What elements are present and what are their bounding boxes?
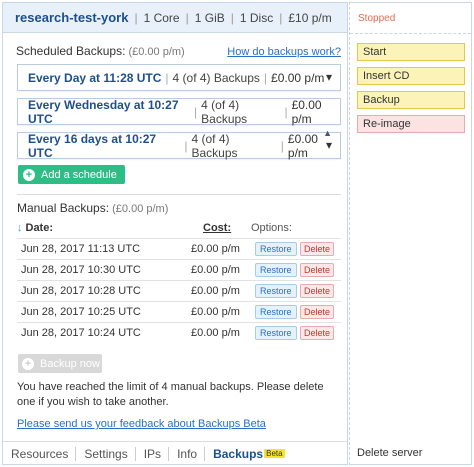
scheduled-backups-heading: Scheduled Backups: (£0.00 p/m) — [16, 44, 185, 58]
backup-cost: £0.00 p/m — [191, 243, 240, 255]
schedule-cost: £0.00 p/m — [291, 97, 322, 126]
table-row: Jun 28, 2017 10:24 UTC £0.00 p/m Restore… — [17, 322, 341, 343]
manual-backups-title: Manual Backups: — [17, 201, 110, 215]
scheduled-backups-title: Scheduled Backups: — [16, 44, 126, 58]
server-price: £10 p/m — [288, 10, 332, 25]
backup-date: Jun 28, 2017 10:28 UTC — [21, 285, 141, 297]
tab-backups-label: Backups — [213, 446, 264, 461]
restore-button[interactable]: Restore — [255, 326, 297, 340]
options-column-header: Options: — [251, 222, 292, 234]
separator: | — [194, 104, 198, 119]
table-row: Jun 28, 2017 11:13 UTC £0.00 p/m Restore… — [17, 238, 341, 259]
chevron-down-icon[interactable]: ▾ — [326, 70, 332, 84]
date-column-header[interactable]: ↓ Date: — [17, 222, 53, 234]
backup-date: Jun 28, 2017 11:13 UTC — [21, 243, 141, 255]
manual-backups-header: Manual Backups: (£0.00 p/m) — [17, 201, 168, 215]
table-row: Jun 28, 2017 10:28 UTC £0.00 p/m Restore… — [17, 280, 341, 301]
server-name: research-test-york — [15, 10, 129, 25]
scheduled-backups-header: Scheduled Backups: (£0.00 p/m) How do ba… — [16, 44, 341, 58]
restore-button[interactable]: Restore — [255, 284, 297, 298]
schedule-when: Every Wednesday at 10:27 UTC — [28, 97, 179, 126]
backup-now-label: Backup now — [40, 357, 100, 370]
restore-button[interactable]: Restore — [255, 305, 297, 319]
schedule-count: 4 (of 4) Backups — [172, 70, 260, 85]
backup-cost: £0.00 p/m — [191, 264, 240, 276]
delete-button[interactable]: Delete — [300, 305, 335, 319]
separator: | — [263, 70, 268, 85]
feedback-link[interactable]: Please send us your feedback about Backu… — [17, 418, 266, 430]
chevron-down-icon[interactable]: ▾ — [326, 138, 332, 152]
schedule-row[interactable]: ▲ Every 16 days at 10:27 UTC | 4 (of 4) … — [17, 128, 341, 160]
separator: | — [284, 104, 288, 119]
start-button[interactable]: Start — [357, 43, 465, 61]
schedule-when: Every 16 days at 10:27 UTC — [28, 131, 157, 160]
how-backups-work-link[interactable]: How do backups work? — [227, 46, 341, 58]
delete-button[interactable]: Delete — [300, 284, 335, 298]
tab-resources[interactable]: Resources — [3, 446, 77, 461]
delete-button[interactable]: Delete — [300, 326, 335, 340]
tab-ips[interactable]: IPs — [136, 446, 170, 461]
backup-button[interactable]: Backup — [357, 91, 465, 109]
server-disc: 1 Disc — [239, 10, 274, 25]
table-row: Jun 28, 2017 10:30 UTC £0.00 p/m Restore… — [17, 259, 341, 280]
server-ram: 1 GiB — [194, 10, 225, 25]
re-image-button[interactable]: Re-image — [357, 115, 465, 133]
restore-button[interactable]: Restore — [255, 242, 297, 256]
manual-backups-cost: (£0.00 p/m) — [112, 203, 169, 215]
backup-date: Jun 28, 2017 10:25 UTC — [21, 306, 141, 318]
schedule-cost: £0.00 p/m — [271, 70, 325, 85]
schedule-when: Every Day at 11:28 UTC — [28, 70, 162, 85]
backup-cost: £0.00 p/m — [191, 327, 240, 339]
server-actions-sidebar: Stopped Start Insert CD Backup Re-image … — [349, 2, 472, 465]
sort-down-arrow-icon: ↓ — [17, 222, 23, 234]
separator: | — [280, 138, 284, 153]
separator: | — [185, 10, 189, 25]
backup-limit-message: You have reached the limit of 4 manual b… — [17, 381, 324, 408]
backup-now-button[interactable]: + Backup now — [18, 354, 102, 373]
separator: | — [184, 138, 188, 153]
scheduled-backups-cost: (£0.00 p/m) — [128, 46, 185, 58]
separator: | — [279, 10, 283, 25]
table-row: Jun 28, 2017 10:25 UTC £0.00 p/m Restore… — [17, 301, 341, 322]
schedule-row[interactable]: Every Day at 11:28 UTC | 4 (of 4) Backup… — [17, 64, 341, 91]
date-column-label: Date: — [25, 222, 54, 234]
tab-settings[interactable]: Settings — [76, 446, 136, 461]
schedule-cost: £0.00 p/m — [287, 131, 318, 160]
schedule-row[interactable]: Every Wednesday at 10:27 UTC | 4 (of 4) … — [17, 97, 341, 126]
backup-date: Jun 28, 2017 10:24 UTC — [21, 327, 141, 339]
chevron-up-icon[interactable]: ▲ — [323, 128, 332, 138]
schedule-count: 4 (of 4) Backups — [201, 97, 248, 126]
section-divider — [17, 194, 341, 195]
backup-cost: £0.00 p/m — [191, 306, 240, 318]
plus-icon: + — [22, 357, 34, 370]
schedule-count: 4 (of 4) Backups — [191, 131, 238, 160]
delete-button[interactable]: Delete — [300, 242, 335, 256]
separator: | — [134, 10, 138, 25]
add-schedule-button[interactable]: + Add a schedule — [18, 165, 125, 184]
insert-cd-button[interactable]: Insert CD — [357, 67, 465, 85]
tab-info[interactable]: Info — [169, 446, 206, 461]
separator: | — [230, 10, 234, 25]
backup-date: Jun 28, 2017 10:30 UTC — [21, 264, 141, 276]
restore-button[interactable]: Restore — [255, 263, 297, 277]
server-header[interactable]: research-test-york | 1 Core | 1 GiB | 1 … — [3, 3, 347, 33]
server-panel: research-test-york | 1 Core | 1 GiB | 1 … — [2, 2, 348, 465]
backup-cost: £0.00 p/m — [191, 285, 240, 297]
beta-badge: Beta — [264, 448, 285, 458]
plus-icon: + — [23, 168, 35, 181]
tab-backups[interactable]: Backups Beta — [205, 447, 292, 461]
cost-column-header[interactable]: Cost: — [203, 222, 231, 234]
delete-button[interactable]: Delete — [300, 263, 335, 277]
separator: | — [165, 70, 169, 85]
sidebar-divider — [350, 33, 471, 34]
server-tabs: Resources Settings IPs Info Backups Beta — [3, 441, 347, 465]
delete-server-link[interactable]: Delete server — [357, 447, 422, 459]
status-badge: Stopped — [358, 13, 396, 24]
add-schedule-label: Add a schedule — [41, 168, 117, 181]
server-cores: 1 Core — [143, 10, 180, 25]
